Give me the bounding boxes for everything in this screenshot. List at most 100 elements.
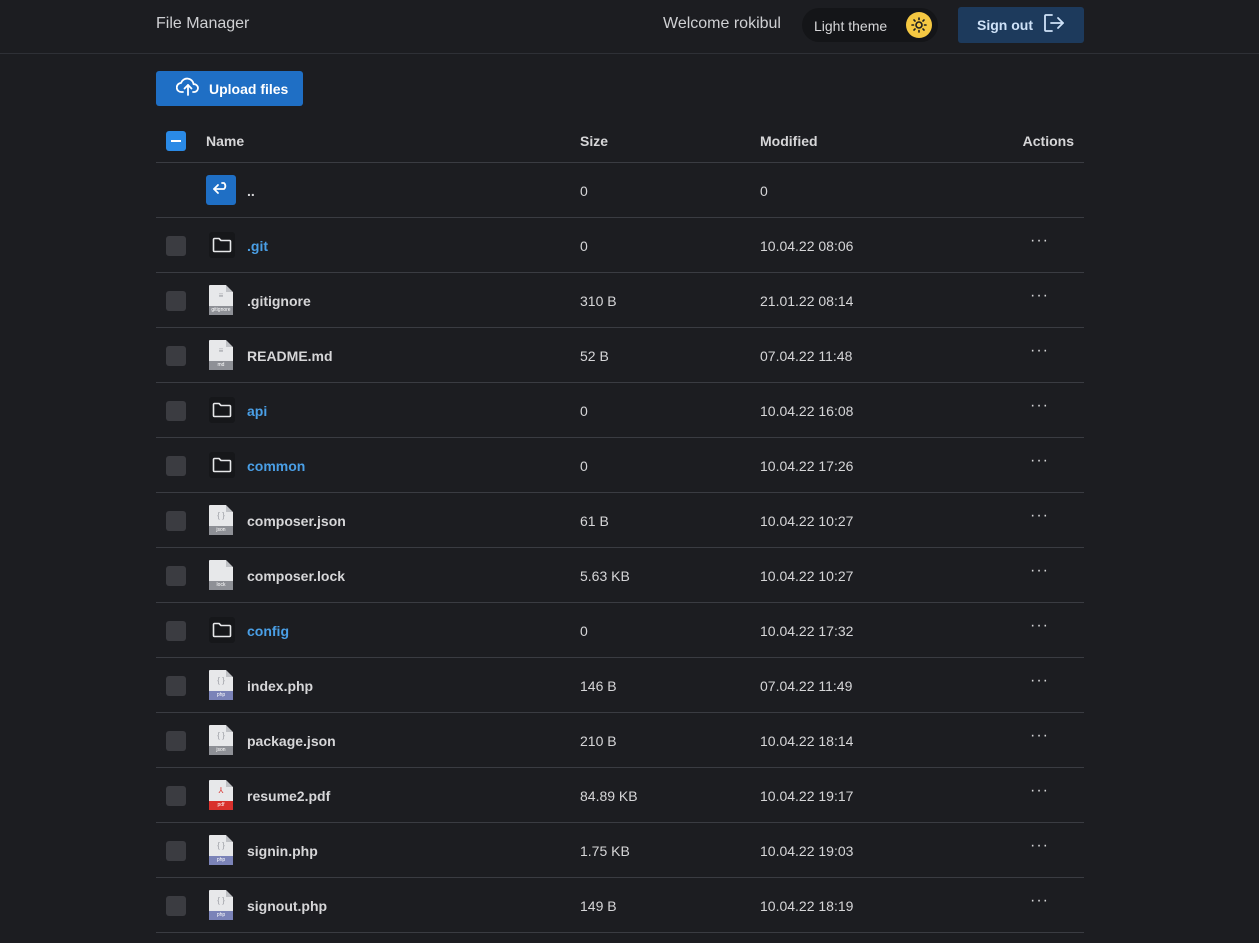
file-size: 5.63 KB — [580, 568, 630, 584]
file-name[interactable]: resume2.pdf — [247, 788, 330, 804]
file-size: 146 B — [580, 678, 617, 694]
file-size: 310 B — [580, 293, 617, 309]
file-modified: 10.04.22 10:27 — [760, 568, 854, 584]
row-checkbox[interactable] — [166, 291, 186, 311]
table-row[interactable]: ≡ md README.md 52 B 07.04.22 11:48 ··· — [156, 328, 1084, 383]
row-checkbox[interactable] — [166, 676, 186, 696]
table-row[interactable]: { } php signin.php 1.75 KB 10.04.22 19:03 ··· — [156, 823, 1084, 878]
parent-directory-name[interactable]: .. — [247, 183, 255, 199]
table-row[interactable]: api 0 10.04.22 16:08 ··· — [156, 383, 1084, 438]
file-size: 0 — [580, 238, 588, 254]
theme-toggle[interactable]: Light theme — [802, 8, 938, 42]
row-checkbox[interactable] — [166, 511, 186, 531]
more-horizontal-icon[interactable]: ··· — [1030, 782, 1049, 800]
table-row[interactable]: { } json package.json 210 B 10.04.22 18:14 ··… — [156, 713, 1084, 768]
folder-icon — [207, 230, 237, 260]
parent-directory-row[interactable]: .. 0 0 — [156, 163, 1084, 218]
more-horizontal-icon[interactable]: ··· — [1030, 342, 1049, 360]
file-name[interactable]: package.json — [247, 733, 336, 749]
table-row[interactable]: ≡ gitignore .gitignore 310 B 21.01.22 08:14 ·… — [156, 273, 1084, 328]
table-row[interactable]: lock composer.lock 5.63 KB 10.04.22 10:27 ··… — [156, 548, 1084, 603]
json-file-icon: { } json — [207, 505, 237, 535]
table-row[interactable]: { } php signout.php 149 B 10.04.22 18:19 ··· — [156, 878, 1084, 933]
file-name[interactable]: .gitignore — [247, 293, 311, 309]
table-row[interactable]: common 0 10.04.22 17:26 ··· — [156, 438, 1084, 493]
more-horizontal-icon[interactable]: ··· — [1030, 397, 1049, 415]
more-horizontal-icon[interactable]: ··· — [1030, 562, 1049, 580]
gitignore-file-icon: ≡ gitignore — [207, 285, 237, 315]
folder-name-link[interactable]: common — [247, 458, 305, 474]
row-checkbox[interactable] — [166, 236, 186, 256]
return-arrow-icon[interactable] — [206, 175, 236, 205]
column-header-actions: Actions — [1022, 133, 1074, 149]
more-horizontal-icon[interactable]: ··· — [1030, 287, 1049, 305]
file-modified: 10.04.22 17:32 — [760, 623, 854, 639]
folder-name-link[interactable]: api — [247, 403, 267, 419]
file-size: 1.75 KB — [580, 843, 630, 859]
row-checkbox[interactable] — [166, 896, 186, 916]
app-title: File Manager — [156, 15, 250, 32]
table-row[interactable]: { } php index.php 146 B 07.04.22 11:49 ··· — [156, 658, 1084, 713]
php-file-icon: { } php — [207, 670, 237, 700]
file-size: 84.89 KB — [580, 788, 638, 804]
table-header: Name Size Modified Actions — [156, 118, 1084, 163]
more-horizontal-icon[interactable]: ··· — [1030, 727, 1049, 745]
sign-out-icon — [1043, 13, 1065, 38]
row-checkbox[interactable] — [166, 401, 186, 421]
upload-files-label: Upload files — [209, 80, 289, 97]
table-row[interactable]: ⅄ pdf resume2.pdf 84.89 KB 10.04.22 19:17 ··· — [156, 768, 1084, 823]
pdf-file-icon: ⅄ pdf — [207, 780, 237, 810]
file-name[interactable]: signout.php — [247, 898, 327, 914]
more-horizontal-icon[interactable]: ··· — [1030, 507, 1049, 525]
row-checkbox[interactable] — [166, 456, 186, 476]
parent-directory-size: 0 — [580, 183, 588, 199]
row-checkbox[interactable] — [166, 566, 186, 586]
welcome-text: Welcome rokibul — [663, 15, 781, 32]
column-header-name[interactable]: Name — [206, 133, 244, 149]
file-size: 0 — [580, 623, 588, 639]
folder-icon — [207, 450, 237, 480]
more-horizontal-icon[interactable]: ··· — [1030, 892, 1049, 910]
file-table: Name Size Modified Actions .. 0 0 .git 0 1… — [156, 118, 1084, 933]
row-checkbox[interactable] — [166, 841, 186, 861]
theme-toggle-label: Light theme — [814, 18, 888, 34]
json-file-icon: { } json — [207, 725, 237, 755]
file-size: 210 B — [580, 733, 617, 749]
file-modified: 10.04.22 19:17 — [760, 788, 854, 804]
table-row[interactable]: { } json composer.json 61 B 10.04.22 10:27 ··… — [156, 493, 1084, 548]
more-horizontal-icon[interactable]: ··· — [1030, 452, 1049, 470]
select-all-checkbox[interactable] — [166, 131, 186, 151]
file-size: 0 — [580, 458, 588, 474]
file-name[interactable]: composer.json — [247, 513, 346, 529]
file-modified: 10.04.22 16:08 — [760, 403, 854, 419]
row-checkbox[interactable] — [166, 731, 186, 751]
table-row[interactable]: .git 0 10.04.22 08:06 ··· — [156, 218, 1084, 273]
md-file-icon: ≡ md — [207, 340, 237, 370]
more-horizontal-icon[interactable]: ··· — [1030, 837, 1049, 855]
top-bar: File Manager Welcome rokibul Light theme… — [0, 0, 1259, 54]
column-header-size[interactable]: Size — [580, 133, 608, 149]
file-name[interactable]: composer.lock — [247, 568, 345, 584]
more-horizontal-icon[interactable]: ··· — [1030, 672, 1049, 690]
row-checkbox[interactable] — [166, 786, 186, 806]
file-modified: 10.04.22 08:06 — [760, 238, 854, 254]
folder-name-link[interactable]: .git — [247, 238, 268, 254]
file-name[interactable]: signin.php — [247, 843, 318, 859]
row-checkbox[interactable] — [166, 621, 186, 641]
cloud-upload-icon — [175, 76, 200, 101]
file-modified: 10.04.22 17:26 — [760, 458, 854, 474]
file-modified: 21.01.22 08:14 — [760, 293, 854, 309]
file-modified: 07.04.22 11:48 — [760, 348, 853, 364]
row-checkbox[interactable] — [166, 346, 186, 366]
more-horizontal-icon[interactable]: ··· — [1030, 617, 1049, 635]
file-modified: 10.04.22 19:03 — [760, 843, 854, 859]
more-horizontal-icon[interactable]: ··· — [1030, 232, 1049, 250]
table-row[interactable]: config 0 10.04.22 17:32 ··· — [156, 603, 1084, 658]
sign-out-button[interactable]: Sign out — [958, 7, 1084, 43]
folder-icon — [207, 615, 237, 645]
file-name[interactable]: index.php — [247, 678, 313, 694]
upload-files-button[interactable]: Upload files — [156, 71, 303, 106]
column-header-modified[interactable]: Modified — [760, 133, 818, 149]
file-name[interactable]: README.md — [247, 348, 333, 364]
folder-name-link[interactable]: config — [247, 623, 289, 639]
